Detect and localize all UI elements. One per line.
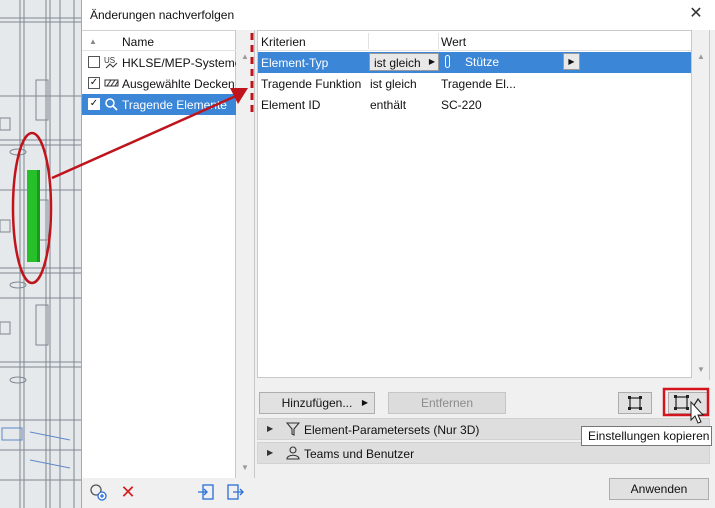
frame-icon bbox=[628, 396, 642, 410]
scroll-down-icon[interactable]: ▼ bbox=[697, 365, 705, 374]
copy-frame-icon bbox=[674, 395, 702, 410]
cad-viewport bbox=[0, 0, 82, 508]
column-divider bbox=[438, 33, 439, 49]
table-row[interactable]: Tragende Funktion ist gleich Tragende El… bbox=[258, 73, 691, 94]
criteria-column-header[interactable]: Kriterien bbox=[261, 35, 306, 49]
criterion-cell: Element-Typ bbox=[261, 56, 329, 70]
expand-arrow-icon[interactable]: ▶ bbox=[267, 424, 273, 433]
list-item[interactable]: ✓ Tragende Elemente bbox=[82, 94, 236, 115]
table-row[interactable]: Element ID enthält SC-220 bbox=[258, 94, 691, 115]
table-row[interactable]: Element-Typ ist gleich ▶ Stütze ▶ bbox=[258, 52, 691, 73]
table-scrollbar[interactable]: ▲ ▼ bbox=[692, 30, 710, 380]
new-set-icon[interactable] bbox=[88, 482, 108, 502]
value-column-header[interactable]: Wert bbox=[441, 35, 466, 49]
mep-system-icon: US bbox=[104, 55, 119, 70]
user-icon bbox=[286, 446, 300, 460]
value-cell: Tragende El... bbox=[441, 77, 516, 91]
expand-arrow-icon[interactable]: ▶ bbox=[267, 448, 273, 457]
operator-cell: ist gleich bbox=[370, 77, 417, 91]
search-magnifier-icon bbox=[104, 97, 119, 112]
value-field[interactable]: Stütze bbox=[439, 53, 582, 71]
apply-button-label: Anwenden bbox=[630, 482, 688, 496]
settings-button[interactable] bbox=[618, 392, 652, 414]
export-icon[interactable] bbox=[225, 482, 245, 502]
list-item-label: HKLSE/MEP-Systeme bbox=[122, 56, 242, 70]
value-cell: SC-220 bbox=[441, 98, 482, 112]
criterion-cell: Element ID bbox=[261, 98, 321, 112]
change-set-list: ▲ Name US HKLSE/MEP-Systeme ✓ Ausgewählt… bbox=[82, 30, 241, 478]
criteria-table: Kriterien Wert Element-Typ ist gleich ▶ … bbox=[257, 30, 692, 378]
import-icon[interactable] bbox=[196, 482, 216, 502]
operator-cell: enthält bbox=[370, 98, 407, 112]
add-button[interactable]: Hinzufügen... ▶ bbox=[259, 392, 375, 414]
svg-text:US: US bbox=[104, 56, 115, 65]
remove-button[interactable]: Entfernen bbox=[388, 392, 506, 414]
name-column-header[interactable]: Name bbox=[122, 35, 154, 49]
building-model-drawing bbox=[0, 0, 82, 508]
list-item[interactable]: ✓ Ausgewählte Decken bbox=[82, 73, 236, 94]
list-item[interactable]: US HKLSE/MEP-Systeme bbox=[82, 52, 241, 73]
slab-hatch-icon bbox=[104, 76, 119, 91]
column-element-icon bbox=[445, 55, 450, 68]
column-divider bbox=[368, 33, 369, 49]
list-item-label: Tragende Elemente bbox=[122, 98, 227, 112]
filter-icon bbox=[285, 422, 301, 436]
window-title: Änderungen nachverfolgen bbox=[90, 8, 235, 22]
list-header: ▲ Name bbox=[82, 31, 236, 51]
scroll-down-icon[interactable]: ▼ bbox=[241, 463, 249, 472]
remove-button-label: Entfernen bbox=[420, 396, 474, 410]
close-button[interactable]: ✕ bbox=[686, 4, 706, 24]
scroll-up-icon[interactable]: ▲ bbox=[241, 52, 249, 61]
criteria-header: Kriterien Wert bbox=[258, 31, 691, 51]
value-picker-button[interactable]: ▶ bbox=[563, 53, 580, 70]
operator-dropdown[interactable]: ist gleich ▶ bbox=[369, 53, 439, 71]
menu-arrow-icon: ▶ bbox=[361, 398, 368, 407]
apply-button[interactable]: Anwenden bbox=[609, 478, 709, 500]
operator-value: ist gleich bbox=[374, 56, 421, 70]
copy-settings-button[interactable] bbox=[668, 392, 708, 414]
checkbox[interactable] bbox=[88, 56, 100, 68]
checkbox[interactable]: ✓ bbox=[88, 77, 100, 89]
sort-up-icon[interactable]: ▲ bbox=[89, 37, 97, 46]
list-scrollbar[interactable]: ▲ ▼ bbox=[236, 30, 255, 478]
dropdown-arrow-icon: ▶ bbox=[428, 57, 435, 66]
list-toolbar: ✕ bbox=[82, 478, 255, 508]
section-label: Element-Parametersets (Nur 3D) bbox=[304, 423, 480, 437]
list-item-label: Ausgewählte Decken bbox=[122, 77, 235, 91]
value-text: Stütze bbox=[465, 55, 500, 69]
add-button-label: Hinzufügen... bbox=[281, 396, 353, 410]
section-label: Teams und Benutzer bbox=[304, 447, 415, 461]
delete-icon[interactable]: ✕ bbox=[118, 482, 138, 502]
scroll-up-icon[interactable]: ▲ bbox=[697, 52, 705, 61]
checkbox[interactable]: ✓ bbox=[88, 98, 100, 110]
title-bar: Änderungen nachverfolgen ✕ bbox=[82, 0, 715, 30]
criterion-cell: Tragende Funktion bbox=[261, 77, 362, 91]
tooltip: Einstellungen kopieren bbox=[581, 426, 712, 446]
